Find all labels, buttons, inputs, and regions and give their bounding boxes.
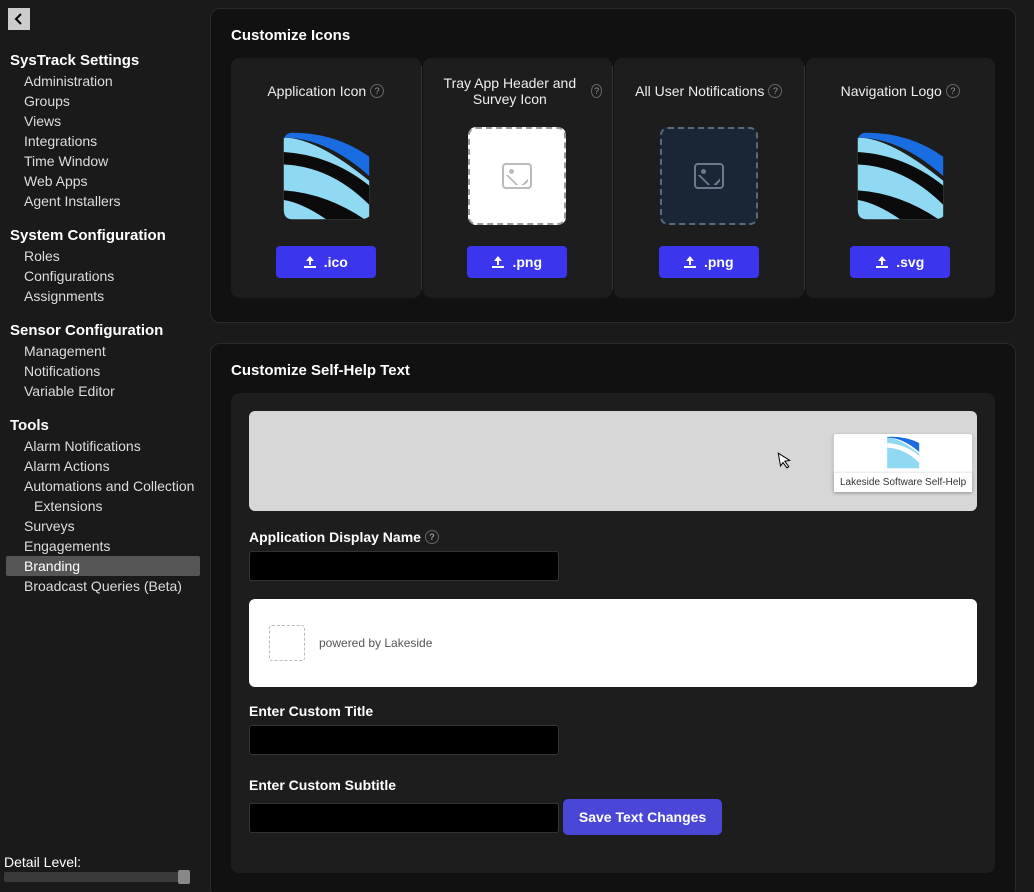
lakeside-logo-icon <box>852 128 948 224</box>
nav-item-administration[interactable]: Administration <box>6 71 200 91</box>
upload-btn-label: .ico <box>324 254 348 270</box>
help-icon[interactable]: ? <box>425 530 439 544</box>
nav-item-engagements[interactable]: Engagements <box>6 536 200 556</box>
nav-item-groups[interactable]: Groups <box>6 91 200 111</box>
nav-section-title: Sensor Configuration <box>6 316 200 341</box>
nav-section-title: Tools <box>6 411 200 436</box>
nav-item-extensions[interactable]: Extensions <box>6 496 200 516</box>
icon-card-title-text: Tray App Header and Survey Icon <box>433 75 588 107</box>
nav-item-views[interactable]: Views <box>6 111 200 131</box>
selfhelp-inner: Lakeside Software Self-Help Application … <box>231 393 995 873</box>
customize-icons-panel: Customize Icons Application Icon ? <box>210 8 1016 323</box>
custom-subtitle-input[interactable] <box>249 803 559 833</box>
sidebar: SysTrack SettingsAdministrationGroupsVie… <box>0 0 200 892</box>
icon-preview <box>467 126 567 226</box>
tray-tooltip-label: Lakeside Software Self-Help <box>834 472 972 492</box>
icon-card-title: Navigation Logo ? <box>841 72 960 110</box>
panel-title-selfhelp: Customize Self-Help Text <box>231 362 995 379</box>
upload-icon <box>876 256 888 268</box>
detail-level-control: Detail Level: <box>4 854 190 882</box>
upload-svg-button[interactable]: .svg <box>850 246 950 278</box>
nav-item-broadcast-queries-beta-[interactable]: Broadcast Queries (Beta) <box>6 576 200 596</box>
slider-handle[interactable] <box>178 870 190 884</box>
tray-chip: Lakeside Software Self-Help <box>833 433 973 491</box>
cursor-arrow-icon <box>777 450 795 475</box>
icon-card-navlogo: Navigation Logo ? .svg <box>806 58 996 298</box>
nav-section-title: SysTrack Settings <box>6 46 200 71</box>
nav-item-automations-and-collection[interactable]: Automations and Collection <box>6 476 200 496</box>
icon-preview <box>276 126 376 226</box>
detail-level-slider[interactable] <box>4 872 190 882</box>
app-display-name-label: Application Display Name ? <box>249 529 977 545</box>
field-label-text: Application Display Name <box>249 529 421 545</box>
help-icon[interactable]: ? <box>370 84 384 98</box>
detail-level-label: Detail Level: <box>4 854 190 870</box>
nav-item-surveys[interactable]: Surveys <box>6 516 200 536</box>
upload-icon <box>492 256 504 268</box>
icon-card-title: Tray App Header and Survey Icon ? <box>433 72 603 110</box>
icon-card-application: Application Icon ? .ico <box>231 58 421 298</box>
upload-png-notif-button[interactable]: .png <box>659 246 759 278</box>
help-icon[interactable]: ? <box>768 84 782 98</box>
icon-card-row: Application Icon ? .ico <box>231 58 995 298</box>
nav-item-notifications[interactable]: Notifications <box>6 361 200 381</box>
tray-preview-band: Lakeside Software Self-Help <box>249 411 977 511</box>
collapse-sidebar-button[interactable] <box>8 8 30 30</box>
upload-icon <box>304 256 316 268</box>
upload-png-tray-button[interactable]: .png <box>467 246 567 278</box>
lakeside-logo-small-icon <box>885 434 921 470</box>
help-icon[interactable]: ? <box>591 84 602 98</box>
nav-section-title: System Configuration <box>6 221 200 246</box>
icon-card-notifications: All User Notifications ? .png <box>614 58 804 298</box>
custom-title-input[interactable] <box>249 725 559 755</box>
header-preview-band: powered by Lakeside <box>249 599 977 687</box>
nav-item-management[interactable]: Management <box>6 341 200 361</box>
save-text-changes-button[interactable]: Save Text Changes <box>563 799 722 835</box>
app-display-name-input[interactable] <box>249 551 559 581</box>
lakeside-logo-icon <box>278 128 374 224</box>
upload-btn-label: .png <box>512 254 542 270</box>
nav-item-alarm-notifications[interactable]: Alarm Notifications <box>6 436 200 456</box>
image-placeholder-icon <box>468 127 566 225</box>
icon-preview <box>850 126 950 226</box>
nav-item-integrations[interactable]: Integrations <box>6 131 200 151</box>
nav-item-time-window[interactable]: Time Window <box>6 151 200 171</box>
icon-card-title: All User Notifications ? <box>635 72 782 110</box>
nav-item-web-apps[interactable]: Web Apps <box>6 171 200 191</box>
nav-item-alarm-actions[interactable]: Alarm Actions <box>6 456 200 476</box>
image-placeholder-dark-icon <box>660 127 758 225</box>
chevron-left-icon <box>12 12 26 26</box>
upload-btn-label: .svg <box>896 254 924 270</box>
nav-item-assignments[interactable]: Assignments <box>6 286 200 306</box>
upload-ico-button[interactable]: .ico <box>276 246 376 278</box>
icon-card-title-text: Navigation Logo <box>841 83 942 99</box>
upload-btn-label: .png <box>704 254 734 270</box>
icon-card-title: Application Icon ? <box>267 72 384 110</box>
icon-card-tray: Tray App Header and Survey Icon ? .png <box>423 58 613 298</box>
panel-title-icons: Customize Icons <box>231 27 995 44</box>
icon-card-title-text: All User Notifications <box>635 83 764 99</box>
icon-card-title-text: Application Icon <box>267 83 366 99</box>
upload-icon <box>684 256 696 268</box>
nav-item-agent-installers[interactable]: Agent Installers <box>6 191 200 211</box>
nav-item-variable-editor[interactable]: Variable Editor <box>6 381 200 401</box>
custom-title-label: Enter Custom Title <box>249 703 977 719</box>
custom-subtitle-label: Enter Custom Subtitle <box>249 777 977 793</box>
nav-item-branding[interactable]: Branding <box>6 556 200 576</box>
powered-by-text: powered by Lakeside <box>319 636 432 650</box>
help-icon[interactable]: ? <box>946 84 960 98</box>
icon-preview <box>659 126 759 226</box>
main-content: Customize Icons Application Icon ? <box>200 0 1034 892</box>
customize-selfhelp-panel: Customize Self-Help Text Lakeside Softwa… <box>210 343 1016 892</box>
nav-item-configurations[interactable]: Configurations <box>6 266 200 286</box>
nav-item-roles[interactable]: Roles <box>6 246 200 266</box>
small-image-placeholder-icon <box>269 625 305 661</box>
